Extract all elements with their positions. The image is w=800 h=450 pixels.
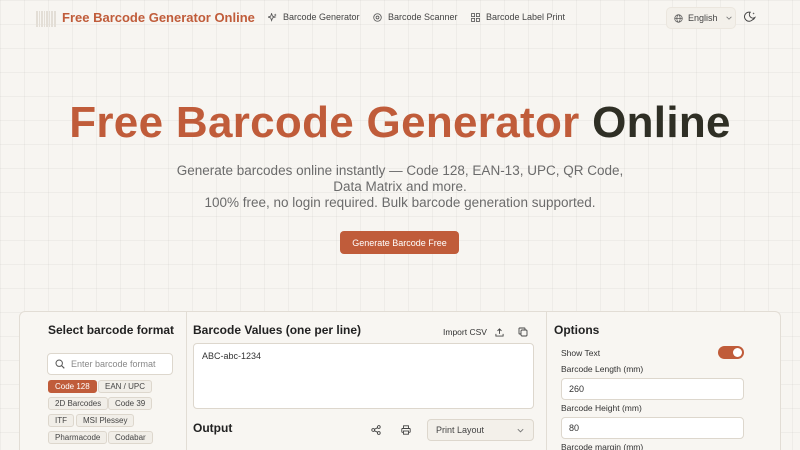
output-title: Output	[193, 421, 233, 435]
column-divider	[546, 312, 547, 450]
barcode-margin-label: Barcode margin (mm)	[561, 442, 644, 450]
print-layout-value: Print Layout	[436, 425, 485, 435]
barcode-height-label: Barcode Height (mm)	[561, 403, 642, 413]
chip-codabar[interactable]: Codabar	[108, 431, 153, 444]
nav-link-barcode-generator[interactable]: Barcode Generator	[268, 12, 360, 22]
language-label: English	[688, 13, 718, 23]
scan-icon	[373, 12, 382, 22]
language-selector[interactable]: English	[666, 7, 736, 29]
nav-link-label: Barcode Scanner	[388, 12, 458, 22]
top-navbar: Free Barcode Generator Online Barcode Ge…	[0, 0, 800, 36]
barcode-logo-icon[interactable]	[36, 9, 56, 27]
show-text-toggle[interactable]	[718, 346, 744, 359]
chevron-down-icon	[725, 16, 732, 20]
chip-ean-upc[interactable]: EAN / UPC	[98, 380, 153, 393]
hero-title-accent: Free Barcode Generator	[69, 98, 580, 147]
nav-link-label: Barcode Generator	[283, 12, 360, 22]
column-divider	[186, 312, 187, 450]
chip-pharmacode[interactable]: Pharmacode	[48, 431, 108, 444]
format-panel-title: Select barcode format	[48, 323, 175, 337]
sparkle-icon	[268, 12, 277, 22]
nav-link-label: Barcode Label Print	[486, 12, 566, 22]
chip-2d-barcodes[interactable]: 2D Barcodes	[48, 397, 109, 410]
print-layout-select[interactable]: Print Layout	[427, 419, 534, 441]
chevron-down-icon	[517, 428, 524, 433]
format-search-input[interactable]	[71, 359, 171, 369]
show-text-label: Show Text	[561, 348, 601, 358]
barcode-height-input[interactable]	[561, 417, 744, 439]
chip-msi-plessey[interactable]: MSI Plessey	[76, 414, 135, 427]
barcode-length-label: Barcode Length (mm)	[561, 364, 644, 374]
chip-code-128[interactable]: Code 128	[48, 380, 97, 393]
hero-title-dark: Online	[592, 98, 731, 147]
nav-link-barcode-label-print[interactable]: Barcode Label Print	[471, 12, 565, 22]
chip-code-39[interactable]: Code 39	[108, 397, 153, 410]
moon-icon[interactable]	[744, 11, 756, 23]
printer-icon[interactable]	[401, 425, 411, 435]
search-icon	[55, 359, 65, 369]
brand-title[interactable]: Free Barcode Generator Online	[62, 10, 255, 25]
share-icon[interactable]	[371, 425, 381, 435]
format-search-box[interactable]	[47, 353, 173, 375]
generate-barcode-button[interactable]: Generate Barcode Free	[340, 231, 459, 254]
import-csv-button[interactable]: Import CSV	[443, 327, 504, 337]
copy-icon[interactable]	[518, 327, 528, 337]
grid-icon	[471, 12, 480, 22]
import-csv-label: Import CSV	[443, 327, 487, 337]
values-panel-title: Barcode Values (one per line)	[193, 323, 362, 337]
hero-subtitle: Generate barcodes online instantly — Cod…	[176, 163, 624, 194]
chip-itf[interactable]: ITF	[48, 414, 74, 427]
globe-icon	[674, 13, 683, 23]
toggle-knob	[733, 348, 742, 357]
nav-link-barcode-scanner[interactable]: Barcode Scanner	[373, 12, 458, 22]
hero-title: Free Barcode Generator Online	[0, 98, 800, 148]
hero-subtitle-secondary: 100% free, no login required. Bulk barco…	[204, 195, 596, 210]
options-panel-title: Options	[554, 323, 600, 337]
upload-icon	[495, 327, 504, 337]
barcode-values-textarea[interactable]: ABC-abc-1234	[193, 343, 534, 409]
barcode-length-input[interactable]	[561, 378, 744, 400]
